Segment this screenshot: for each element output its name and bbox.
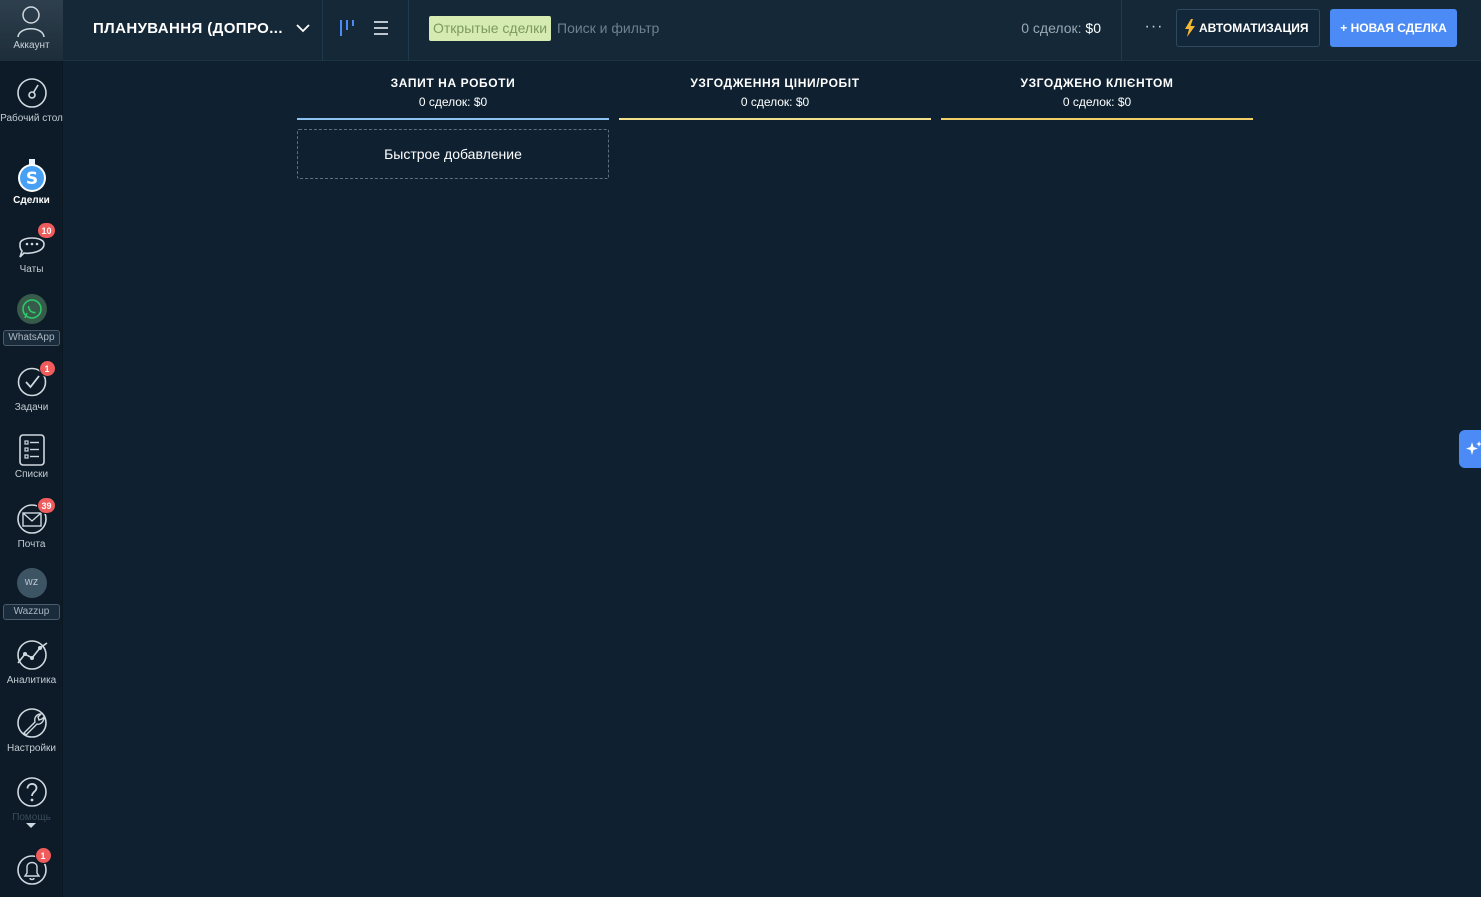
account-button[interactable]: Аккаунт — [0, 0, 63, 61]
deals-count-label: 0 сделок: — [1021, 20, 1082, 36]
sidebar-item-settings[interactable]: Настройки — [0, 707, 63, 755]
sidebar-item-label: Чаты — [19, 264, 44, 275]
sidebar-item-mail[interactable]: 39 Почта — [0, 497, 63, 551]
lists-icon — [18, 434, 45, 466]
sidebar-item-notifications[interactable]: 1 — [0, 847, 63, 885]
mail-badge: 39 — [37, 497, 56, 514]
sidebar-item-label: Wazzup — [3, 604, 60, 620]
pipeline-title[interactable]: ПЛАНУВАННЯ (ДОПРО... — [93, 20, 283, 37]
help-question-icon — [16, 777, 47, 807]
column-color-bar — [619, 118, 931, 120]
lightning-icon — [1185, 19, 1195, 37]
column-count: 0 сделок: $0 — [1062, 95, 1132, 109]
sidebar-item-label: Настройки — [6, 743, 57, 754]
notifications-badge: 1 — [34, 847, 52, 864]
automation-button[interactable]: АВТОМАТИЗАЦИЯ — [1176, 9, 1320, 47]
filter-chip-open-deals[interactable]: Открытые сделки — [429, 16, 552, 41]
deals-dollar-icon: S — [17, 159, 46, 192]
kanban-view-icon[interactable] — [338, 18, 356, 38]
automation-label: АВТОМАТИЗАЦИЯ — [1199, 21, 1309, 35]
pipeline-column: УЗГОДЖЕННЯ ЦІНИ/РОБІТ 0 сделок: $0 — [619, 70, 931, 120]
column-color-bar — [297, 118, 609, 120]
sidebar-item-deals[interactable]: S Сделки — [0, 159, 63, 207]
deals-total: 0 сделок: $0 — [1021, 20, 1101, 36]
sidebar-item-help[interactable]: Помощь — [0, 776, 63, 824]
user-avatar-icon — [17, 6, 45, 38]
more-button[interactable]: ··· — [1140, 15, 1168, 43]
dashboard-icon — [16, 78, 47, 108]
sidebar-item-label: Рабочий стол — [0, 113, 63, 124]
sidebar-item-label: Почта — [17, 539, 46, 550]
sidebar-item-label: Задачи — [14, 402, 49, 413]
column-title: УЗГОДЖЕННЯ ЦІНИ/РОБІТ — [690, 76, 860, 90]
sidebar-item-lists[interactable]: Списки — [0, 433, 63, 481]
sidebar-item-label: Сделки — [13, 195, 50, 206]
column-count: 0 сделок: $0 — [740, 95, 810, 109]
chevron-down-icon[interactable] — [295, 20, 311, 36]
sidebar-item-analytics[interactable]: Аналитика — [0, 639, 63, 687]
settings-wrench-icon — [16, 708, 47, 738]
tasks-badge: 1 — [38, 360, 56, 377]
column-title: УЗГОДЖЕНО КЛІЄНТОМ — [1020, 76, 1174, 90]
sparkle-icon — [1466, 441, 1481, 455]
pipeline-column: УЗГОДЖЕНО КЛІЄНТОМ 0 сделок: $0 — [941, 70, 1253, 120]
whatsapp-icon — [16, 294, 47, 324]
sidebar: Аккаунт Рабочий стол S Сделки 10 Чаты Wh… — [0, 0, 63, 897]
column-title: ЗАПИТ НА РОБОТИ — [390, 76, 516, 90]
sidebar-item-wazzup[interactable]: wz Wazzup — [0, 567, 63, 620]
analytics-icon — [16, 640, 47, 670]
wazzup-icon-text: wz — [24, 576, 39, 588]
sidebar-item-label: WhatsApp — [3, 330, 60, 346]
sidebar-scroll-down-icon[interactable] — [26, 823, 36, 828]
assistant-side-tab[interactable] — [1459, 430, 1481, 468]
new-deal-button[interactable]: + НОВАЯ СДЕЛКА — [1330, 9, 1457, 47]
column-color-bar — [941, 118, 1253, 120]
deals-amount: $0 — [1085, 20, 1101, 36]
sidebar-item-chats[interactable]: 10 Чаты — [0, 222, 63, 276]
pipeline-column: ЗАПИТ НА РОБОТИ 0 сделок: $0 — [297, 70, 609, 120]
column-count: 0 сделок: $0 — [418, 95, 488, 109]
sidebar-item-dashboard[interactable]: Рабочий стол — [0, 77, 63, 125]
sidebar-item-tasks[interactable]: 1 Задачи — [0, 360, 63, 414]
list-view-icon[interactable] — [372, 19, 390, 37]
top-bar: ПЛАНУВАННЯ (ДОПРО... Открытые сделки Пои… — [63, 0, 1481, 61]
chats-badge: 10 — [37, 222, 56, 239]
sidebar-item-whatsapp[interactable]: WhatsApp — [0, 293, 63, 346]
sidebar-item-label: Аналитика — [6, 675, 57, 686]
quick-add-button[interactable]: Быстрое добавление — [297, 129, 609, 179]
account-label: Аккаунт — [13, 40, 50, 51]
svg-text:S: S — [25, 169, 37, 189]
sidebar-item-label: Списки — [14, 469, 49, 480]
search-input[interactable]: Поиск и фильтр — [557, 20, 659, 36]
